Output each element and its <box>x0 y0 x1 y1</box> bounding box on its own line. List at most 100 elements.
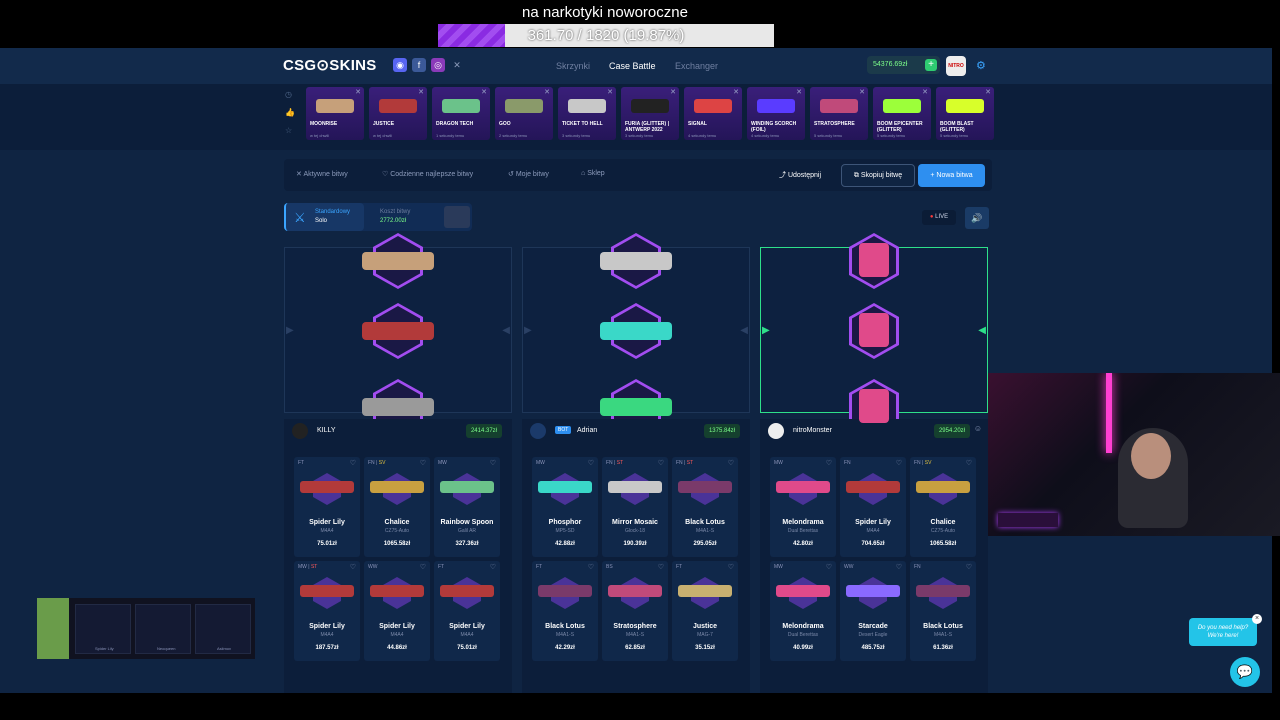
close-icon[interactable]: ✕ <box>544 88 550 96</box>
shield-icon[interactable]: ♡ <box>350 459 356 467</box>
avatar[interactable] <box>768 423 784 439</box>
close-icon[interactable]: ✕ <box>418 88 424 96</box>
won-item-card[interactable]: MW ♡ Rainbow Spoon Galil AR 327.36zł <box>434 457 500 557</box>
item-wear: FN | ST <box>676 460 694 466</box>
close-icon[interactable]: ✕ <box>922 88 928 96</box>
won-item-card[interactable]: MW | ST ♡ Spider Lily M4A4 187.57zł <box>294 561 360 661</box>
shield-icon[interactable]: ♡ <box>588 459 594 467</box>
player-header: BOT Adrian 1375.84zł <box>522 419 750 443</box>
won-item-card[interactable]: MW ♡ Melondrama Dual Berettas 40.99zł <box>770 561 836 661</box>
shield-icon[interactable]: ♡ <box>896 563 902 571</box>
shield-icon[interactable]: ♡ <box>350 563 356 571</box>
copy-battle-button[interactable]: ⧉ Skopiuj bitwę <box>841 164 915 187</box>
case-thumbnail[interactable] <box>444 206 470 228</box>
site-logo[interactable]: CSG⊙SKINS <box>283 56 377 74</box>
won-item-card[interactable]: FT ♡ Black Lotus M4A1-S 42.29zł <box>532 561 598 661</box>
item-wear: WW <box>368 564 377 570</box>
gear-icon[interactable]: ⚙ <box>976 59 986 72</box>
won-item-card[interactable]: FT ♡ Justice MAG-7 35.15zł <box>672 561 738 661</box>
tab-my-battles[interactable]: ↺ Moje bitwy <box>508 170 549 178</box>
clock-icon[interactable]: ◷ <box>285 90 292 99</box>
help-line1: Do you need help? <box>1197 625 1249 631</box>
won-item-card[interactable]: BS ♡ Stratosphere M4A1-S 62.85zł <box>602 561 668 661</box>
facebook-icon[interactable]: f <box>412 58 426 72</box>
shield-icon[interactable]: ♡ <box>490 459 496 467</box>
live-drop-item[interactable]: ✕ STRATOSPHERE 5 sekundy temu <box>810 87 868 140</box>
user-avatar[interactable]: NITRO <box>946 56 966 76</box>
close-icon[interactable]: ✕ <box>481 88 487 96</box>
live-drop-item[interactable]: ✕ FURIA (GLITTER) | ANTWERP 2022 3 sekundy… <box>621 87 679 140</box>
close-icon[interactable]: ✕ <box>985 88 991 96</box>
chat-button[interactable]: 💬 <box>1230 657 1260 687</box>
live-drop-item[interactable]: ✕ GOO 2 sekundy temu <box>495 87 553 140</box>
sound-toggle-button[interactable]: 🔊 <box>965 207 989 229</box>
instagram-icon[interactable]: ◎ <box>431 58 445 72</box>
won-item-card[interactable]: WW ♡ Spider Lily M4A4 44.86zł <box>364 561 430 661</box>
shield-icon[interactable]: ♡ <box>658 459 664 467</box>
won-item-card[interactable]: WW ♡ Starcade Desert Eagle 485.75zł <box>840 561 906 661</box>
shield-icon[interactable]: ♡ <box>966 459 972 467</box>
nav-exchanger[interactable]: Exchanger <box>675 61 718 71</box>
shield-icon[interactable]: ♡ <box>658 563 664 571</box>
avatar[interactable] <box>292 423 308 439</box>
avatar[interactable] <box>530 423 546 439</box>
shield-icon[interactable]: ♡ <box>896 459 902 467</box>
live-drop-item[interactable]: ✕ MOONRISE w tej chwili <box>306 87 364 140</box>
close-icon[interactable]: ✕ <box>796 88 802 96</box>
item-price: 295.05zł <box>693 541 717 547</box>
item-type: M4A1-S <box>695 528 715 534</box>
smile-icon[interactable]: ☺ <box>974 424 982 433</box>
share-button[interactable]: ⤴ Udostępnij <box>779 170 821 180</box>
live-drop-item[interactable]: ✕ BOOM EPICENTER (GLITTER) 5 sekundy temu <box>873 87 931 140</box>
won-item-card[interactable]: FN | ST ♡ Black Lotus M4A1-S 295.05zł <box>672 457 738 557</box>
close-icon[interactable]: × <box>1252 614 1262 624</box>
stream-overlay-bottom <box>0 693 1280 720</box>
live-drop-item[interactable]: ✕ BOOM BLAST (GLITTER) 5 sekundy temu <box>936 87 994 140</box>
won-item-card[interactable]: FN ♡ Black Lotus M4A1-S 61.36zł <box>910 561 976 661</box>
shield-icon[interactable]: ♡ <box>826 563 832 571</box>
nav-case-battle[interactable]: Case Battle <box>609 61 656 71</box>
shield-icon[interactable]: ♡ <box>490 563 496 571</box>
close-icon[interactable]: ✕ <box>733 88 739 96</box>
close-icon[interactable]: ✕ <box>859 88 865 96</box>
live-drop-item[interactable]: ✕ DRAGON TECH 1 sekundy temu <box>432 87 490 140</box>
won-item-card[interactable]: FN | SV ♡ Chalice CZ75-Auto 1065.58zł <box>910 457 976 557</box>
shield-icon[interactable]: ♡ <box>826 459 832 467</box>
x-icon[interactable]: ✕ <box>450 58 464 72</box>
won-item-card[interactable]: FT ♡ Spider Lily M4A4 75.01zł <box>294 457 360 557</box>
help-bubble[interactable]: Do you need help? We're here! <box>1189 618 1257 646</box>
won-item-card[interactable]: FN | SV ♡ Chalice CZ75-Auto 1065.58zł <box>364 457 430 557</box>
tab-active-battles[interactable]: ✕ Aktywne bitwy <box>296 170 348 178</box>
live-drop-item[interactable]: ✕ SIGNAL 4 sekundy temu <box>684 87 742 140</box>
new-battle-button[interactable]: + Nowa bitwa <box>918 164 985 187</box>
live-drop-item[interactable]: ✕ JUSTICE w tej chwili <box>369 87 427 140</box>
shield-icon[interactable]: ♡ <box>728 459 734 467</box>
shield-icon[interactable]: ♡ <box>966 563 972 571</box>
reel-pointer-left-icon: ▶ <box>762 325 770 336</box>
star-icon[interactable]: ☆ <box>285 126 292 135</box>
thumbs-up-icon[interactable]: 👍 <box>285 108 295 117</box>
won-item-card[interactable]: MW ♡ Melondrama Dual Berettas 42.80zł <box>770 457 836 557</box>
shield-icon[interactable]: ♡ <box>588 563 594 571</box>
won-item-card[interactable]: FT ♡ Spider Lily M4A4 75.01zł <box>434 561 500 661</box>
won-item-card[interactable]: MW ♡ Phosphor MP5-SD 42.88zł <box>532 457 598 557</box>
shield-icon[interactable]: ♡ <box>728 563 734 571</box>
live-drop-item[interactable]: ✕ WINDING SCORCH (FOIL) 4 sekundy temu <box>747 87 805 140</box>
tab-daily-best[interactable]: ♡ Codzienne najlepsze bitwy <box>382 170 473 178</box>
close-icon[interactable]: ✕ <box>670 88 676 96</box>
reel-pointer-left-icon: ▶ <box>286 325 294 336</box>
close-icon[interactable]: ✕ <box>607 88 613 96</box>
battle-cost-value: 2772.00zł <box>380 218 407 224</box>
live-drop-item[interactable]: ✕ TICKET TO HELL 3 sekundy temu <box>558 87 616 140</box>
won-item-card[interactable]: FN | ST ♡ Mirror Mosaic Glock-18 190.39zł <box>602 457 668 557</box>
tab-shop[interactable]: ⌂ Sklep <box>581 170 605 177</box>
add-funds-button[interactable]: + <box>925 59 937 71</box>
close-icon[interactable]: ✕ <box>355 88 361 96</box>
item-type: Dual Berettas <box>787 632 819 638</box>
shield-icon[interactable]: ♡ <box>420 459 426 467</box>
discord-icon[interactable]: ◉ <box>393 58 407 72</box>
shield-icon[interactable]: ♡ <box>420 563 426 571</box>
won-item-card[interactable]: FN ♡ Spider Lily M4A4 704.65zł <box>840 457 906 557</box>
balance-display[interactable]: 54376.69zł + <box>867 56 940 74</box>
nav-cases[interactable]: Skrzynki <box>556 61 590 71</box>
